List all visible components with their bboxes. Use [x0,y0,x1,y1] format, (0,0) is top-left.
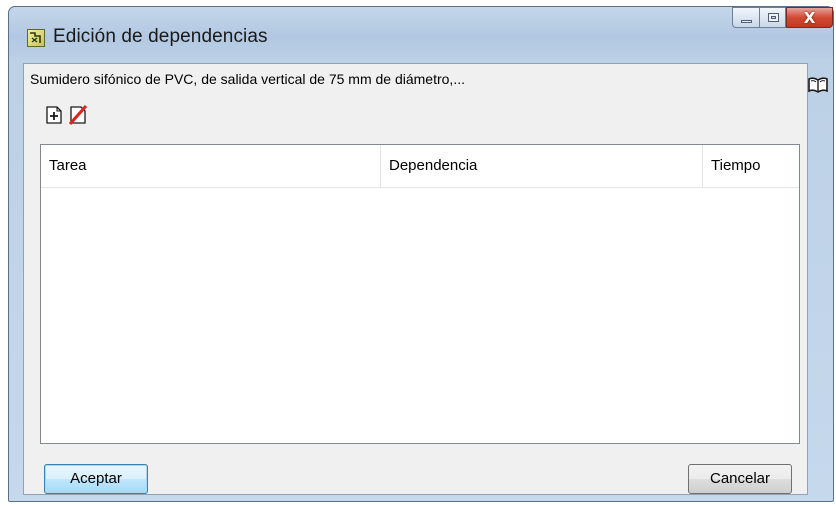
caption-buttons: X [732,7,833,29]
column-header-dependencia[interactable]: Dependencia [381,145,703,187]
add-row-button[interactable] [43,104,65,126]
dependencies-table[interactable]: Tarea Dependencia Tiempo [40,144,800,444]
toolbar [24,100,807,130]
window-title: Edición de dependencias [53,26,268,47]
cancel-button[interactable]: Cancelar [688,464,792,494]
dialog-client-area: Sumidero sifónico de PVC, de salida vert… [23,63,808,495]
title-bar[interactable]: Edición de dependencias X [9,7,833,61]
app-logo-icon [27,29,45,47]
table-body[interactable] [41,187,799,443]
minimize-icon [741,20,752,23]
minimize-button[interactable] [732,7,759,28]
column-header-tarea[interactable]: Tarea [41,145,381,187]
maximize-button[interactable] [759,7,786,28]
add-row-icon [46,106,62,124]
delete-row-button[interactable] [67,104,89,126]
close-icon: X [803,9,816,27]
column-header-tiempo[interactable]: Tiempo [703,145,800,187]
item-description: Sumidero sifónico de PVC, de salida vert… [30,71,465,87]
book-help-icon[interactable] [807,75,829,95]
maximize-icon [768,13,779,22]
dialog-window: Edición de dependencias X Sumidero sifón… [8,6,834,502]
accept-button[interactable]: Aceptar [44,464,148,494]
delete-row-icon [68,105,88,125]
table-header: Tarea Dependencia Tiempo [41,145,799,188]
close-button[interactable]: X [786,7,833,28]
